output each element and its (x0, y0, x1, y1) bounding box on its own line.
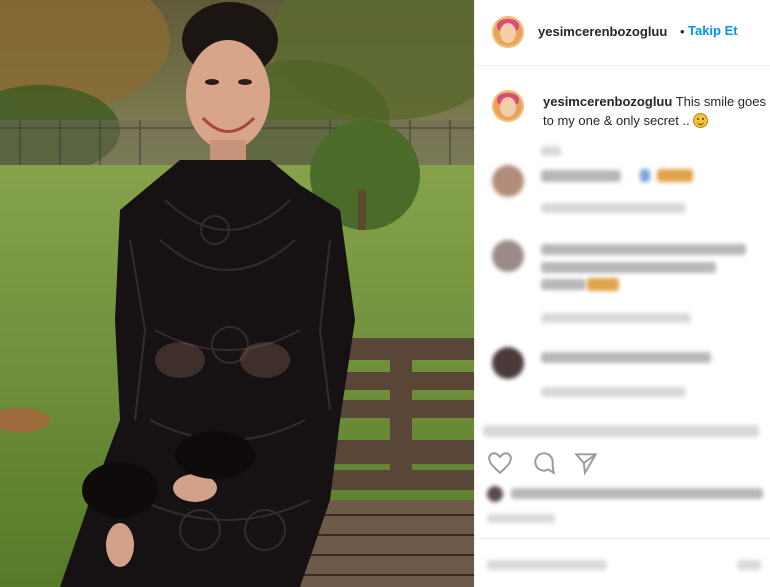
post-username[interactable]: yesimcerenbozogluu (538, 24, 667, 39)
smile-emoji-icon (693, 113, 709, 128)
blurred-comment (541, 244, 746, 255)
blurred-likes (511, 488, 763, 499)
avatar[interactable] (492, 16, 524, 48)
blurred-date (487, 514, 555, 523)
comment-avatar[interactable] (492, 165, 524, 197)
photo-illustration (0, 0, 474, 587)
post-button[interactable] (737, 560, 761, 570)
separator-dot: • (680, 24, 685, 39)
post-side-panel: yesimcerenbozogluu • Takip Et yesimceren… (474, 0, 770, 587)
blurred-emoji (640, 169, 650, 182)
blurred-comment (541, 279, 586, 290)
comment-icon[interactable] (531, 450, 557, 476)
blurred-emoji (657, 169, 693, 182)
blurred-text (541, 146, 561, 156)
blurred-comment (541, 262, 716, 273)
post-header: yesimcerenbozogluu • Takip Et (475, 0, 770, 66)
blurred-comment (541, 352, 711, 363)
blurred-emoji (587, 278, 619, 291)
blurred-meta (541, 313, 691, 323)
caption-username[interactable]: yesimcerenbozogluu (543, 94, 672, 109)
follow-button[interactable]: Takip Et (688, 23, 738, 38)
comment-avatar[interactable] (492, 347, 524, 379)
post-photo[interactable] (0, 0, 474, 587)
comment-avatar[interactable] (492, 240, 524, 272)
blurred-meta (541, 203, 686, 213)
liker-avatar[interactable] (487, 486, 503, 502)
blurred-comment (541, 170, 621, 182)
caption: yesimcerenbozogluu This smile goes to my… (543, 92, 767, 130)
share-icon[interactable] (573, 450, 599, 476)
caption-avatar[interactable] (492, 90, 524, 122)
heart-icon[interactable] (487, 450, 513, 476)
blurred-text (483, 425, 759, 437)
blurred-meta (541, 387, 686, 397)
comment-input[interactable] (487, 560, 607, 570)
divider (475, 538, 770, 539)
